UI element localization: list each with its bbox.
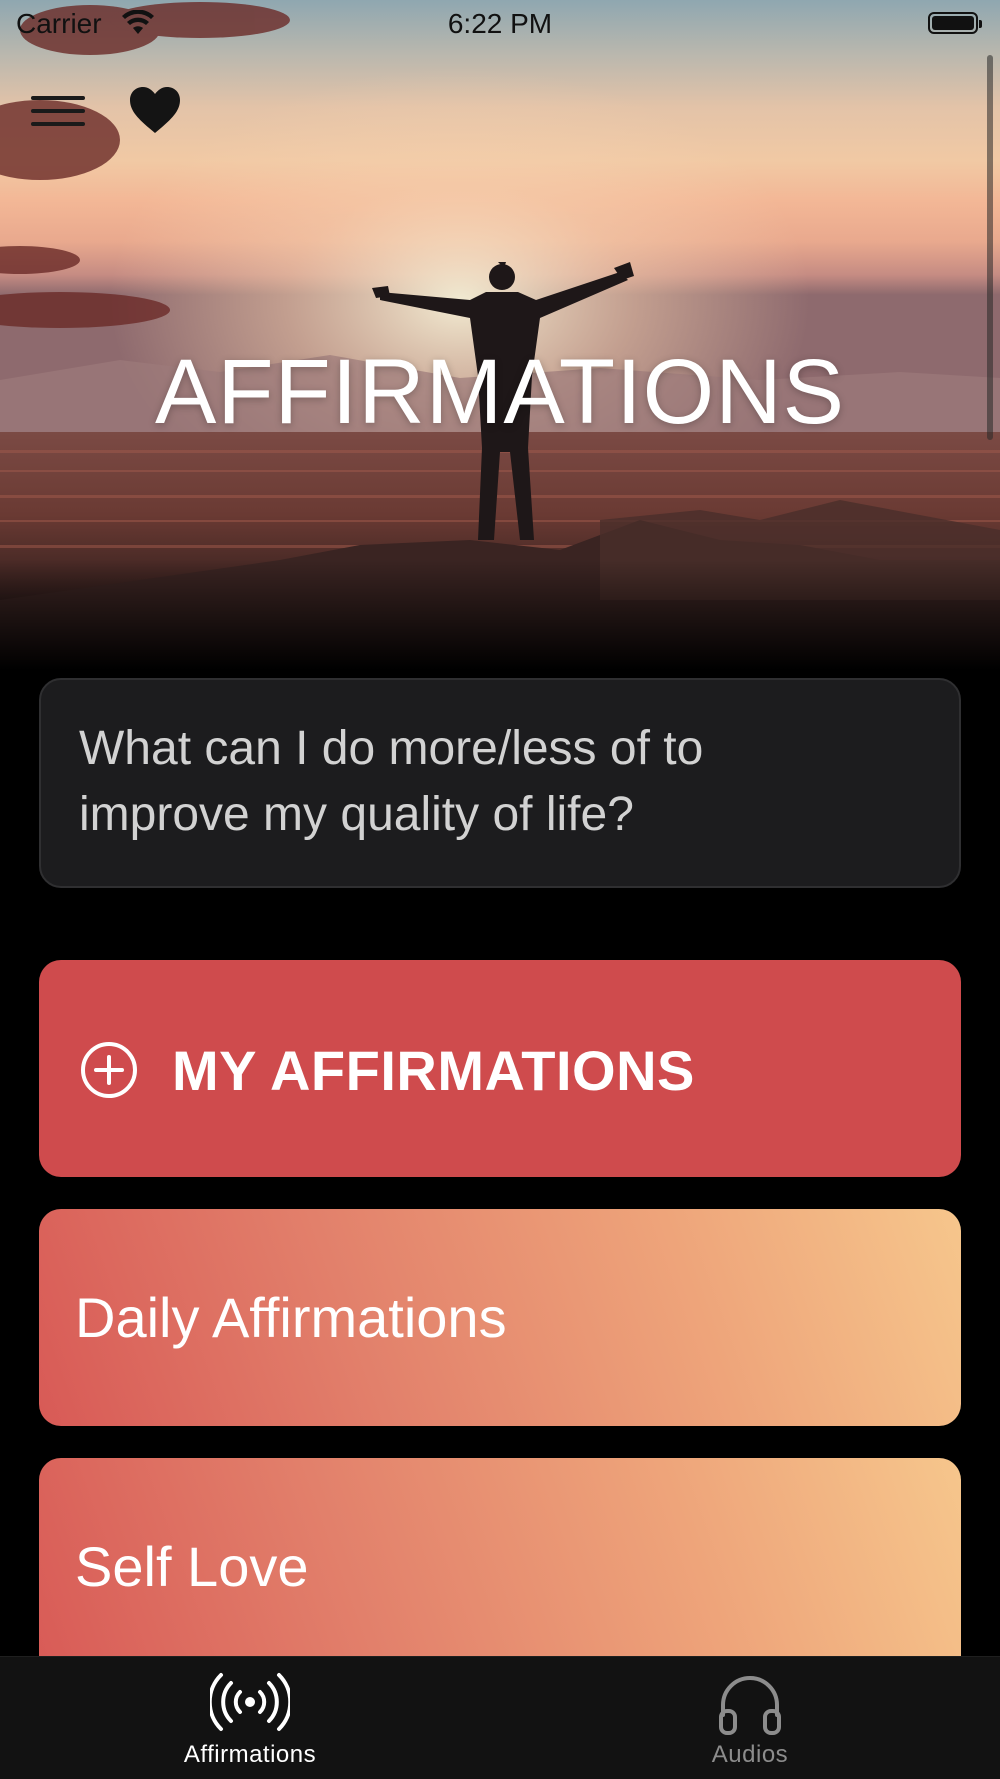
clock: 6:22 PM (447, 8, 553, 39)
my-affirmations-button[interactable]: MY AFFIRMATIONS (39, 960, 961, 1177)
my-affirmations-label: MY AFFIRMATIONS (172, 1039, 695, 1102)
headphones-icon (719, 1676, 781, 1735)
heart-icon (130, 87, 180, 133)
reflection-prompt-card: What can I do more/less of to improve my… (39, 678, 961, 888)
plus-circle-icon (81, 1042, 137, 1098)
status-bar: Carrier 6:22 PM (0, 0, 1000, 50)
tab-audios[interactable]: Audios (500, 1657, 1000, 1779)
tab-label: Affirmations (183, 1741, 317, 1768)
tab-bar: Affirmations Audios (0, 1656, 1000, 1779)
category-card-label: Self Love (75, 1535, 309, 1598)
page-title: AFFIRMATIONS (154, 341, 846, 443)
menu-button[interactable] (28, 92, 88, 132)
hero-banner: Carrier 6:22 PM AFFIRMATIONS (0, 0, 1000, 670)
category-card-daily-affirmations[interactable]: Daily Affirmations (39, 1209, 961, 1426)
battery-icon (928, 12, 982, 34)
broadcast-icon (207, 1673, 293, 1731)
tab-affirmations[interactable]: Affirmations (0, 1657, 500, 1779)
prompt-line-1: What can I do more/less of to (79, 722, 704, 775)
category-card-label: Daily Affirmations (75, 1286, 507, 1349)
reflection-prompt-text: What can I do more/less of to improve my… (79, 716, 923, 848)
prompt-line-2: improve my quality of life? (79, 788, 634, 841)
tab-label: Audios (711, 1741, 789, 1768)
favorites-button[interactable] (128, 86, 182, 136)
